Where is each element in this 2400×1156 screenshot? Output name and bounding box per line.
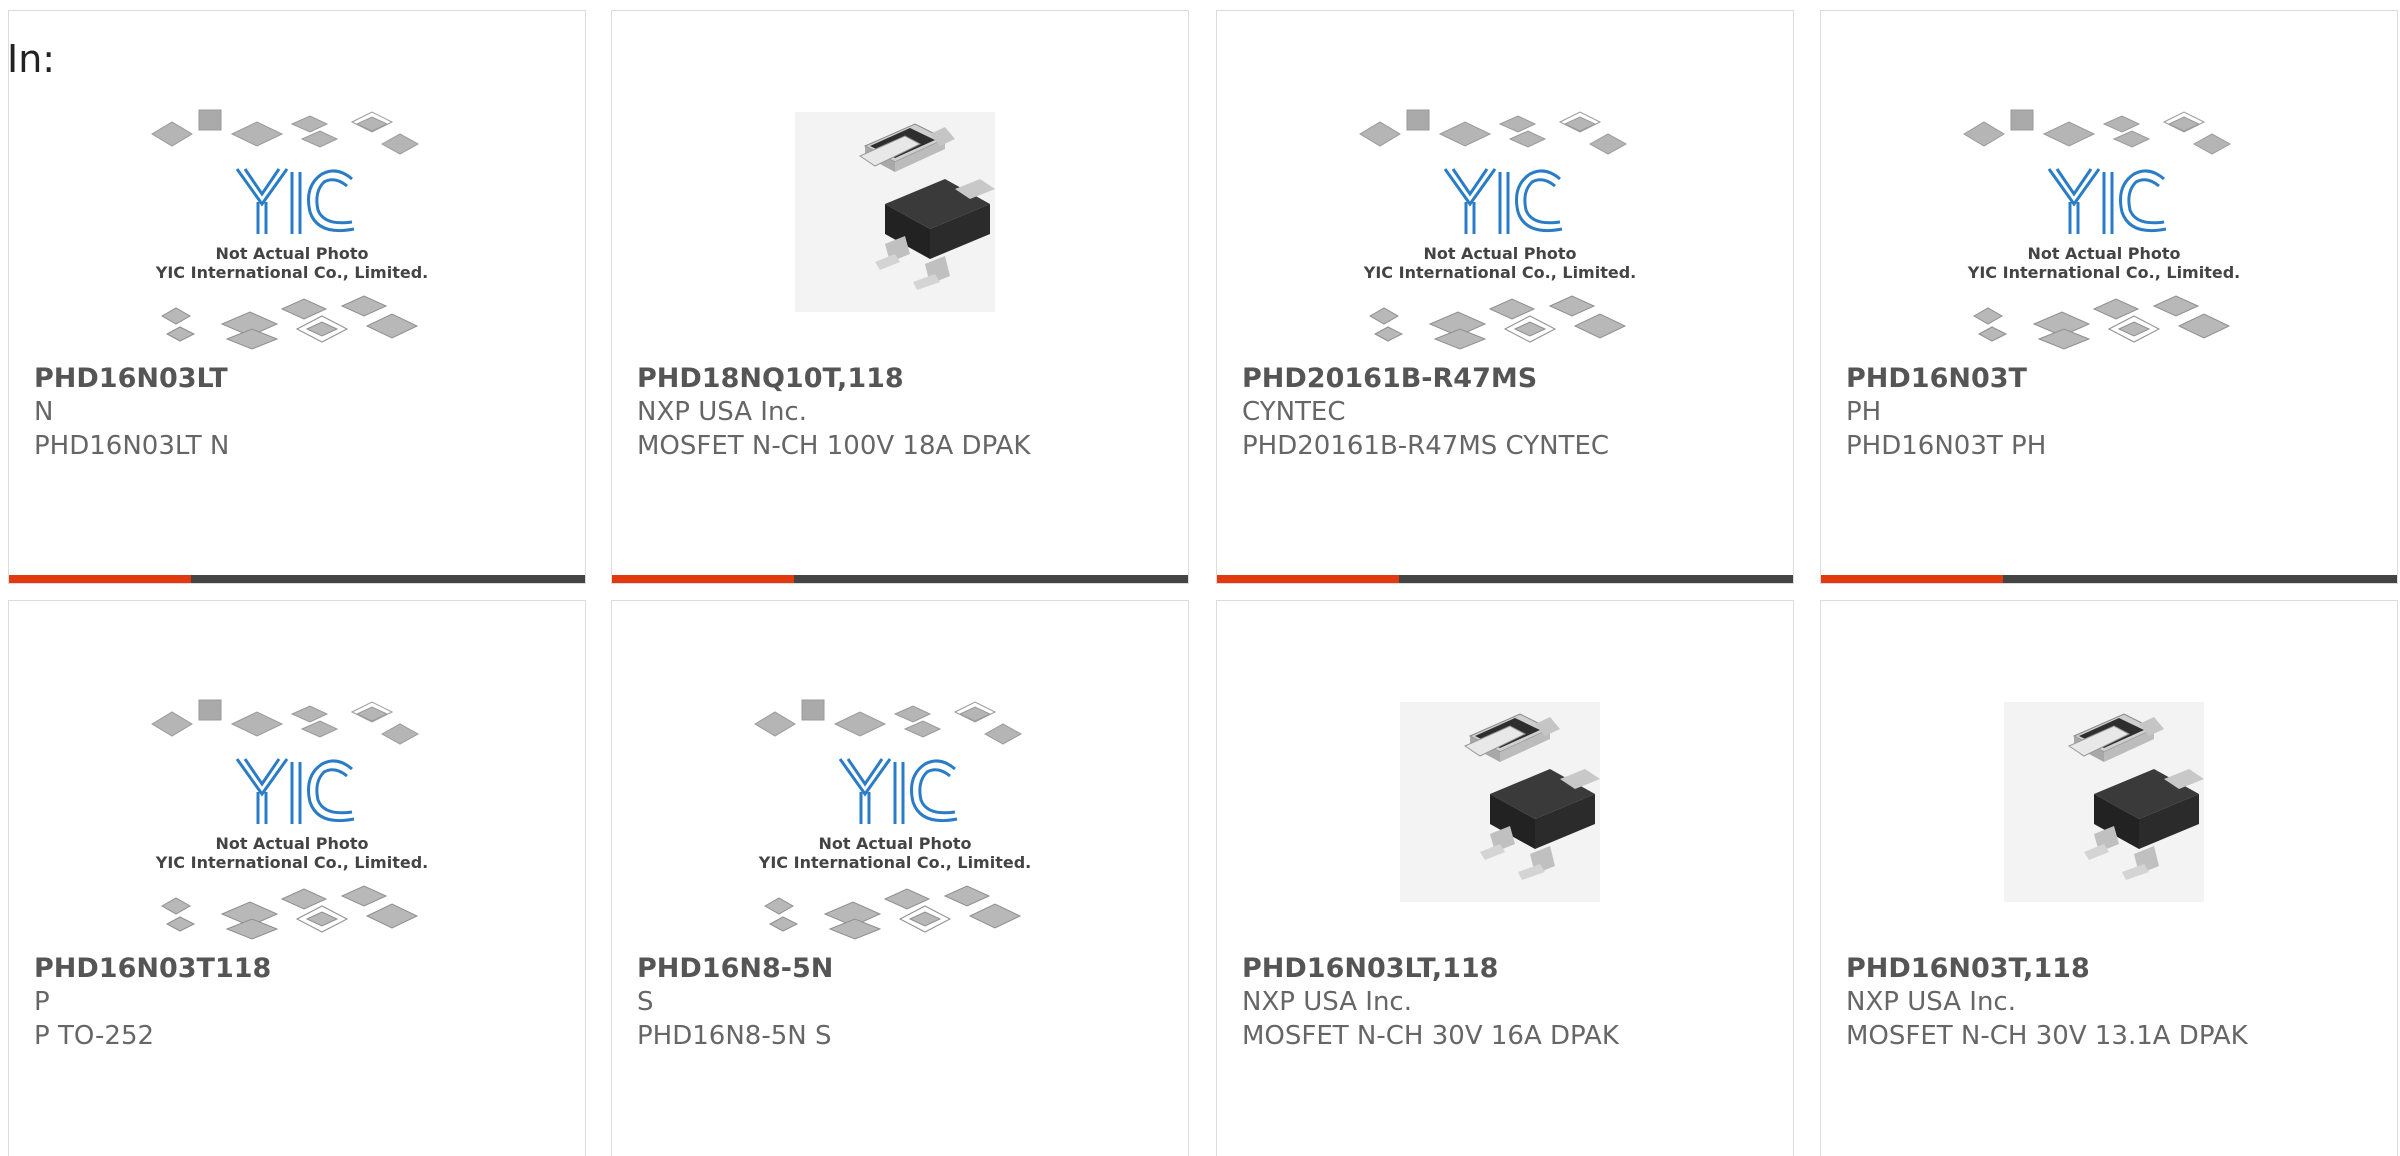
- product-card[interactable]: Not Actual Photo YIC International Co., …: [8, 10, 586, 584]
- part-number-link[interactable]: PHD16N03LT,118: [1242, 953, 1498, 984]
- placeholder-image: Not Actual Photo YIC International Co., …: [1359, 109, 1636, 350]
- card-bottom-bar: [9, 575, 585, 583]
- placeholder-line2: YIC International Co., Limited.: [155, 853, 428, 872]
- product-card[interactable]: PHD16N03LT,118 NXP USA Inc. MOSFET N-CH …: [1216, 600, 1794, 1156]
- placeholder-image: Not Actual Photo YIC International Co., …: [754, 699, 1031, 940]
- product-card[interactable]: Not Actual Photo YIC International Co., …: [1820, 10, 2398, 584]
- product-image[interactable]: Not Actual Photo YIC International Co., …: [1954, 94, 2254, 352]
- part-number-link[interactable]: PHD16N03LT: [34, 363, 228, 394]
- placeholder-line2: YIC International Co., Limited.: [1363, 263, 1636, 282]
- card-accent-bar: [1217, 575, 1399, 583]
- product-description: MOSFET N-CH 100V 18A DPAK: [637, 431, 1031, 461]
- product-image[interactable]: Not Actual Photo YIC International Co., …: [142, 94, 442, 352]
- product-description: PHD20161B-R47MS CYNTEC: [1242, 431, 1610, 461]
- manufacturer: NXP USA Inc.: [637, 397, 807, 427]
- part-number-link[interactable]: PHD16N03T: [1846, 363, 2027, 394]
- dpak-transistor-photo: [1400, 702, 1600, 902]
- product-description: P TO-252: [34, 1021, 155, 1051]
- card-accent-bar: [9, 575, 191, 583]
- part-number-link[interactable]: PHD16N8-5N: [637, 953, 833, 984]
- product-image[interactable]: [1954, 684, 2254, 942]
- product-image[interactable]: Not Actual Photo YIC International Co., …: [142, 684, 442, 942]
- manufacturer: S: [637, 987, 654, 1017]
- product-image[interactable]: [1350, 684, 1650, 942]
- card-bottom-bar: [612, 575, 1188, 583]
- filter-label: In:: [7, 37, 56, 81]
- manufacturer: PH: [1846, 397, 1882, 427]
- product-image[interactable]: Not Actual Photo YIC International Co., …: [1350, 94, 1650, 352]
- manufacturer: N: [34, 397, 54, 427]
- placeholder-line1: Not Actual Photo: [818, 834, 971, 853]
- product-description: PHD16N8-5N S: [637, 1021, 832, 1051]
- product-description: PHD16N03T PH: [1846, 431, 2047, 461]
- part-number-link[interactable]: PHD16N03T118: [34, 953, 271, 984]
- placeholder-line1: Not Actual Photo: [215, 244, 368, 263]
- dpak-transistor-photo: [2004, 702, 2204, 902]
- part-number-link[interactable]: PHD20161B-R47MS: [1242, 363, 1537, 394]
- card-bottom-bar: [1217, 575, 1793, 583]
- placeholder-line1: Not Actual Photo: [215, 834, 368, 853]
- product-card[interactable]: Not Actual Photo YIC International Co., …: [1216, 10, 1794, 584]
- manufacturer: CYNTEC: [1242, 397, 1346, 427]
- dpak-transistor-photo: [795, 112, 995, 312]
- card-accent-bar: [612, 575, 794, 583]
- product-description: MOSFET N-CH 30V 13.1A DPAK: [1846, 1021, 2248, 1051]
- placeholder-line2: YIC International Co., Limited.: [758, 853, 1031, 872]
- card-accent-bar: [1821, 575, 2003, 583]
- manufacturer: NXP USA Inc.: [1846, 987, 2016, 1017]
- placeholder-line2: YIC International Co., Limited.: [155, 263, 428, 282]
- product-grid-page: In: Not Actual Photo YIC International C…: [0, 0, 2400, 1156]
- product-card[interactable]: Not Actual Photo YIC International Co., …: [8, 600, 586, 1156]
- product-description: MOSFET N-CH 30V 16A DPAK: [1242, 1021, 1619, 1051]
- product-card[interactable]: Not Actual Photo YIC International Co., …: [611, 600, 1189, 1156]
- part-number-link[interactable]: PHD18NQ10T,118: [637, 363, 904, 394]
- product-image[interactable]: [745, 94, 1045, 352]
- placeholder-image: Not Actual Photo YIC International Co., …: [151, 109, 428, 350]
- placeholder-line1: Not Actual Photo: [2027, 244, 2180, 263]
- placeholder-image: Not Actual Photo YIC International Co., …: [151, 699, 428, 940]
- product-card[interactable]: PHD18NQ10T,118 NXP USA Inc. MOSFET N-CH …: [611, 10, 1189, 584]
- placeholder-line2: YIC International Co., Limited.: [1967, 263, 2240, 282]
- placeholder-image: Not Actual Photo YIC International Co., …: [1963, 109, 2240, 350]
- placeholder-line1: Not Actual Photo: [1423, 244, 1576, 263]
- manufacturer: P: [34, 987, 50, 1017]
- manufacturer: NXP USA Inc.: [1242, 987, 1412, 1017]
- part-number-link[interactable]: PHD16N03T,118: [1846, 953, 2090, 984]
- product-card[interactable]: PHD16N03T,118 NXP USA Inc. MOSFET N-CH 3…: [1820, 600, 2398, 1156]
- product-description: PHD16N03LT N: [34, 431, 230, 461]
- card-bottom-bar: [1821, 575, 2397, 583]
- product-image[interactable]: Not Actual Photo YIC International Co., …: [745, 684, 1045, 942]
